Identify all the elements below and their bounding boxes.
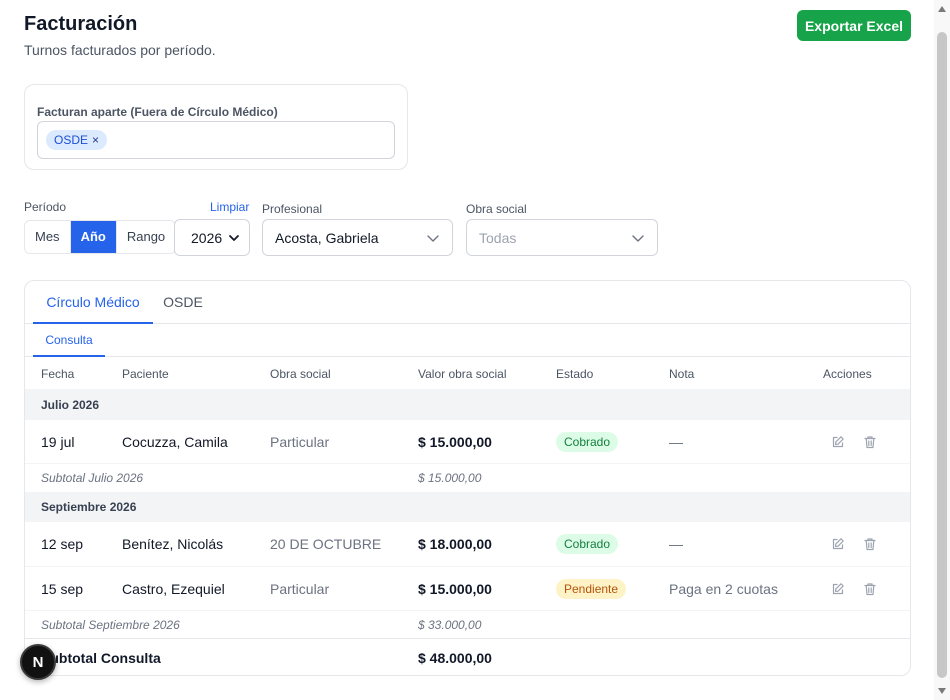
row-status: Cobrado [556,522,619,566]
page-subtitle: Turnos facturados por período. [24,42,216,58]
insurance-chip: OSDE × [46,130,108,150]
trash-icon[interactable] [862,536,878,552]
tab-osde[interactable]: OSDE [159,281,207,324]
separate-billing-label: Facturan aparte (Fuera de Círculo Médico… [37,105,278,119]
period-option-range[interactable]: Rango [116,221,176,253]
scrollbar-thumb[interactable] [937,32,947,678]
subtotal-label: Subtotal Septiembre 2026 [41,617,180,632]
row-insurance: Particular [270,580,330,597]
table-row: 15 sep Castro, Ezequiel Particular $ 15.… [25,567,910,611]
year-select[interactable]: 2026 [174,219,250,256]
pencil-square-icon[interactable] [830,581,846,597]
row-patient: Castro, Ezequiel [122,580,225,597]
table-row: 19 jul Cocuzza, Camila Particular $ 15.0… [25,420,910,464]
pencil-square-icon[interactable] [830,434,846,450]
row-insurance: Particular [270,433,330,450]
chip-remove-icon[interactable]: × [92,130,99,150]
billing-table-card: Círculo Médico OSDE Consulta Fecha Pacie… [24,280,911,676]
insurance-label: Obra social [466,202,527,216]
column-header: Acciones [823,366,872,381]
dev-tools-badge[interactable]: N [20,644,56,680]
table-header: Fecha Paciente Obra social Valor obra so… [25,358,910,390]
professional-label: Profesional [262,202,323,216]
row-date: 15 sep [41,580,84,597]
practice-subtabs: Consulta [25,324,910,357]
status-badge: Pendiente [556,578,627,599]
row-date: 12 sep [41,536,84,552]
group-header-row: Julio 2026 [25,390,910,420]
insurance-select[interactable]: Todas [466,219,658,256]
column-header: Valor obra social [418,366,507,381]
row-note: — [669,536,683,552]
column-header: Estado [556,366,594,381]
row-note: Paga en 2 cuotas [669,580,778,597]
column-header: Paciente [122,366,169,381]
period-option-year[interactable]: Año [70,221,117,253]
separate-billing-multiselect[interactable]: OSDE × [37,121,395,159]
scroll-down-arrow-icon[interactable] [938,688,946,694]
subtab-consulta[interactable]: Consulta [33,324,105,357]
table-row: 12 sep Benítez, Nicolás 20 DE OCTUBRE $ … [25,522,910,567]
row-patient: Cocuzza, Camila [122,433,228,450]
insurance-placeholder: Todas [479,229,517,246]
period-label: Período [24,200,67,214]
column-header: Nota [669,366,695,381]
trash-icon[interactable] [862,434,878,450]
status-badge: Cobrado [556,431,619,452]
row-actions [830,420,878,463]
export-excel-button[interactable]: Exportar Excel [797,10,911,41]
row-status: Pendiente [556,567,627,610]
status-badge: Cobrado [556,534,619,554]
row-note: — [669,433,683,450]
period-option-month[interactable]: Mes [25,221,71,253]
professional-select[interactable]: Acosta, Gabriela [262,219,453,256]
separate-billing-card: Facturan aparte (Fuera de Círculo Médico… [24,84,408,170]
clear-filters-link[interactable]: Limpiar [210,200,249,214]
row-value: $ 18.000,00 [418,536,492,552]
chip-label: OSDE [54,133,89,147]
billing-page: Facturación Turnos facturados por períod… [0,0,934,700]
insurance-tabs: Círculo Médico OSDE [25,281,910,324]
row-value: $ 15.000,00 [418,433,492,450]
subtotal-value: $ 15.000,00 [418,471,482,485]
year-value: 2026 [191,229,223,246]
chevron-down-icon [631,231,645,245]
row-insurance: 20 DE OCTUBRE [270,536,382,552]
row-status: Cobrado [556,420,619,463]
subtotal-row: Subtotal Septiembre 2026 $ 33.000,00 [25,611,910,639]
trash-icon[interactable] [862,581,878,597]
chevron-down-icon [227,231,241,245]
column-header: Fecha [41,366,75,381]
row-actions [830,522,878,566]
page-scrollbar[interactable] [934,0,950,700]
subtotal-label: Subtotal Julio 2026 [41,471,144,485]
row-date: 19 jul [41,433,75,450]
total-row: Subtotal Consulta $ 48.000,00 [25,639,910,675]
subtotal-row: Subtotal Julio 2026 $ 15.000,00 [25,464,910,493]
group-header-row: Septiembre 2026 [25,493,910,522]
tab-circulo-medico[interactable]: Círculo Médico [33,281,153,324]
scroll-up-arrow-icon[interactable] [938,6,946,12]
group-label: Julio 2026 [41,397,100,412]
professional-value: Acosta, Gabriela [275,229,379,246]
row-value: $ 15.000,00 [418,580,492,597]
period-segmented-control: Mes Año Rango [24,220,177,254]
subtotal-value: $ 33.000,00 [418,617,482,632]
pencil-square-icon[interactable] [830,536,846,552]
row-actions [830,567,878,610]
column-header: Obra social [270,366,331,381]
total-value: $ 48.000,00 [418,650,492,666]
page-title: Facturación [24,13,138,35]
row-patient: Benítez, Nicolás [122,536,224,552]
total-label: Subtotal Consulta [41,650,161,666]
chevron-down-icon [426,231,440,245]
group-label: Septiembre 2026 [41,500,137,514]
